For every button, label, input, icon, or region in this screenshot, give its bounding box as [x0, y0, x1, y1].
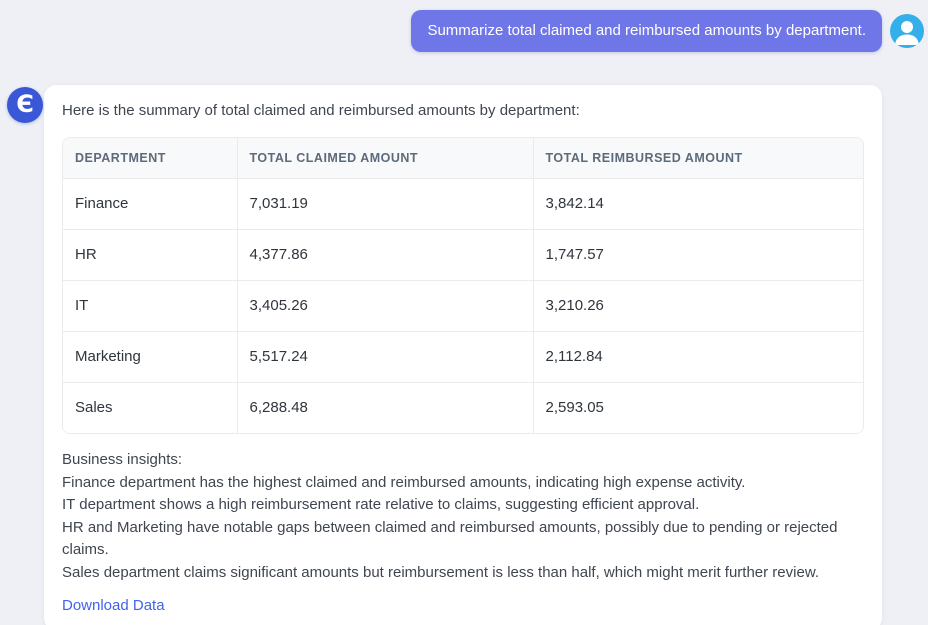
cell-claimed: 7,031.19: [237, 179, 533, 230]
insights-title: Business insights:: [62, 449, 864, 472]
cell-department: Marketing: [63, 332, 237, 383]
user-person-icon: [890, 14, 924, 48]
business-insights: Business insights: Finance department ha…: [62, 449, 864, 584]
cell-claimed: 3,405.26: [237, 281, 533, 332]
column-header-total-claimed: TOTAL CLAIMED AMOUNT: [237, 138, 533, 179]
cell-reimbursed: 2,112.84: [533, 332, 863, 383]
intro-text: Here is the summary of total claimed and…: [62, 101, 864, 121]
download-data-link[interactable]: Download Data: [62, 597, 165, 614]
cell-department: IT: [63, 281, 237, 332]
summary-table: DEPARTMENT TOTAL CLAIMED AMOUNT TOTAL RE…: [62, 137, 864, 434]
user-avatar[interactable]: [890, 14, 924, 48]
table-header-row: DEPARTMENT TOTAL CLAIMED AMOUNT TOTAL RE…: [63, 138, 863, 179]
cell-reimbursed: 1,747.57: [533, 230, 863, 281]
cell-reimbursed: 2,593.05: [533, 383, 863, 434]
insight-line: Finance department has the highest claim…: [62, 472, 864, 495]
assistant-message-row: Є Here is the summary of total claimed a…: [0, 85, 928, 625]
cell-department: Sales: [63, 383, 237, 434]
table-row: Sales 6,288.48 2,593.05: [63, 383, 863, 434]
cell-department: Finance: [63, 179, 237, 230]
table-row: HR 4,377.86 1,747.57: [63, 230, 863, 281]
insight-line: HR and Marketing have notable gaps betwe…: [62, 517, 864, 562]
user-message-bubble: Summarize total claimed and reimbursed a…: [411, 10, 882, 52]
chat-page: Summarize total claimed and reimbursed a…: [0, 0, 928, 625]
table-row: Finance 7,031.19 3,842.14: [63, 179, 863, 230]
assistant-avatar: Є: [7, 87, 43, 123]
assistant-message-card: Here is the summary of total claimed and…: [44, 85, 882, 625]
cell-reimbursed: 3,842.14: [533, 179, 863, 230]
cell-reimbursed: 3,210.26: [533, 281, 863, 332]
cell-claimed: 5,517.24: [237, 332, 533, 383]
cell-claimed: 6,288.48: [237, 383, 533, 434]
cell-department: HR: [63, 230, 237, 281]
table-row: IT 3,405.26 3,210.26: [63, 281, 863, 332]
column-header-department: DEPARTMENT: [63, 138, 237, 179]
insight-line: IT department shows a high reimbursement…: [62, 494, 864, 517]
insight-line: Sales department claims significant amou…: [62, 562, 864, 585]
assistant-logo-icon: Є: [16, 90, 34, 118]
cell-claimed: 4,377.86: [237, 230, 533, 281]
column-header-total-reimbursed: TOTAL REIMBURSED AMOUNT: [533, 138, 863, 179]
user-message-row: Summarize total claimed and reimbursed a…: [0, 0, 928, 52]
table-row: Marketing 5,517.24 2,112.84: [63, 332, 863, 383]
